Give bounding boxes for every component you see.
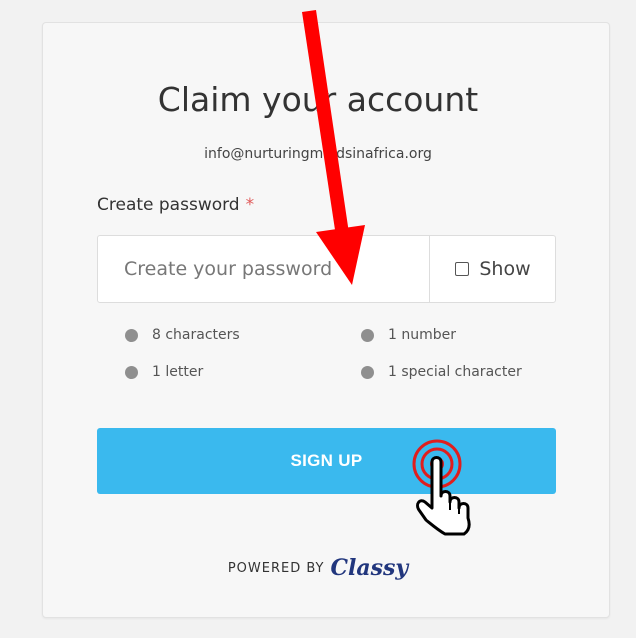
classy-logo: Classy [330,555,409,581]
requirement-dot-icon [125,365,138,379]
requirement-label: 1 letter [152,364,204,380]
password-label: Create password * [97,195,254,215]
requirement-item: 8 characters [125,327,240,343]
requirement-item: 1 number [361,327,456,343]
requirement-label: 1 special character [388,364,522,380]
requirement-item: 1 letter [125,364,203,380]
show-checkbox[interactable] [455,262,470,276]
requirement-dot-icon [361,328,374,342]
requirement-dot-icon [125,328,138,342]
requirement-label: 1 number [388,327,456,343]
show-label: Show [479,258,531,280]
password-label-text: Create password [97,195,240,215]
page-title: Claim your account [157,80,479,119]
powered-by-label: POWERED BY [227,561,325,576]
password-field-group: Show [97,235,556,303]
account-email: info@nurturingmindsinafrica.org [204,146,432,162]
requirement-dot-icon [361,365,374,379]
powered-by: POWERED BY Classy [0,555,636,581]
requirement-label: 8 characters [152,327,240,343]
show-password-toggle[interactable]: Show [429,236,556,302]
password-input[interactable] [98,236,429,302]
requirement-item: 1 special character [361,364,522,380]
required-asterisk: * [245,195,255,215]
signup-button[interactable]: SIGN UP [97,428,556,494]
